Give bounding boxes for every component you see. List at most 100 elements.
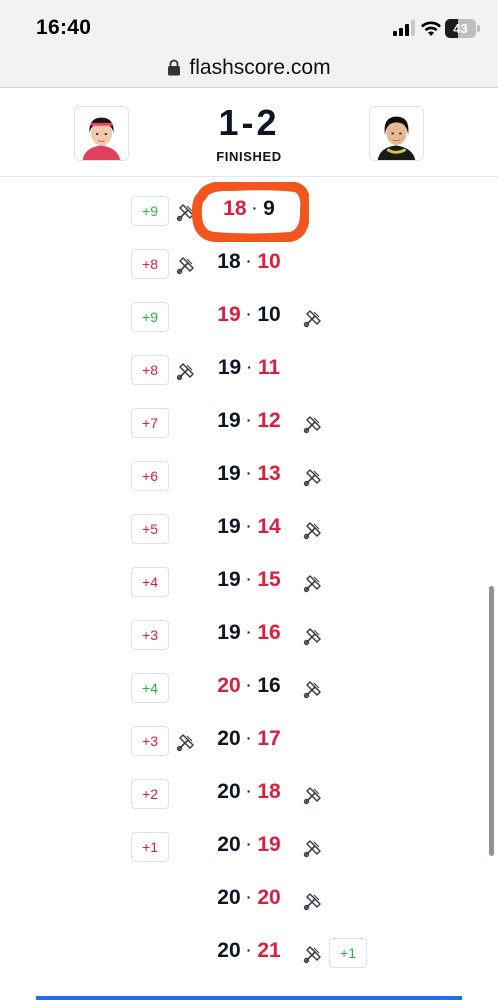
- lead-badge: +1: [329, 938, 367, 968]
- point-score: 20 · 19: [199, 833, 299, 857]
- shuttlecock-serve-icon: [303, 679, 323, 699]
- away-score: 10: [257, 303, 281, 326]
- scrollbar[interactable]: [489, 586, 494, 856]
- lead-badge: +9: [131, 196, 169, 226]
- lead-badge: +2: [131, 779, 169, 809]
- score-separator: ·: [246, 624, 252, 640]
- point-row: +3 20 · 17: [0, 718, 498, 771]
- shuttlecock-serve-icon: [303, 944, 323, 964]
- lead-badge: +4: [131, 567, 169, 597]
- away-score: 9: [263, 197, 275, 220]
- point-by-point-list: +9 18 · 9 +8 18 · 10 +9 19 · 10 +8 19 · 11 +7 19 · 12 +6 19 · 1…: [0, 188, 498, 983]
- point-row: +8 18 · 10: [0, 241, 498, 294]
- lead-badge: +8: [131, 355, 169, 385]
- home-score: 20: [217, 674, 241, 697]
- home-score: 20: [217, 833, 241, 856]
- lead-badge: +1: [131, 832, 169, 862]
- score-separator: ·: [246, 942, 252, 958]
- away-score: 19: [257, 833, 281, 856]
- away-score: 14: [257, 515, 281, 538]
- away-score: 16: [257, 621, 281, 644]
- away-score: 20: [257, 886, 281, 909]
- point-score: 20 · 17: [199, 727, 299, 751]
- home-score: 19: [217, 409, 241, 432]
- home-score: 19: [217, 515, 241, 538]
- lead-badge: +7: [131, 408, 169, 438]
- point-row: +2 20 · 18: [0, 771, 498, 824]
- score-separator: ·: [246, 253, 252, 269]
- point-row: +9 19 · 10: [0, 294, 498, 347]
- status-time: 16:40: [36, 16, 92, 39]
- away-score: 21: [257, 939, 281, 962]
- status-bar: 16:40 43: [0, 0, 498, 48]
- bottom-bar: [36, 996, 462, 1000]
- away-score: 15: [257, 568, 281, 591]
- lead-badge: +5: [131, 514, 169, 544]
- away-score: 12: [257, 409, 281, 432]
- score-separator: ·: [246, 518, 252, 534]
- home-score: 19: [217, 568, 241, 591]
- home-score: 18: [217, 250, 241, 273]
- score-separator: ·: [246, 412, 252, 428]
- lead-badge: +6: [131, 461, 169, 491]
- lead-badge: +3: [131, 620, 169, 650]
- shuttlecock-serve-icon: [303, 891, 323, 911]
- shuttlecock-serve-icon: [303, 626, 323, 646]
- score-separator: ·: [247, 359, 252, 375]
- away-score: 18: [257, 780, 281, 803]
- shuttlecock-serve-icon: [176, 202, 196, 222]
- lead-badge: +3: [131, 726, 169, 756]
- point-row: +4 19 · 15: [0, 559, 498, 612]
- shuttlecock-serve-icon: [303, 520, 323, 540]
- score-separator: ·: [246, 783, 252, 799]
- shuttlecock-serve-icon: [303, 785, 323, 805]
- home-score: 20: [217, 939, 241, 962]
- score-separator: ·: [252, 200, 258, 216]
- shuttlecock-serve-icon: [303, 308, 323, 328]
- lead-badge: +8: [131, 249, 169, 279]
- point-row: +8 19 · 11: [0, 347, 498, 400]
- shuttlecock-serve-icon: [303, 414, 323, 434]
- lock-icon: [168, 59, 181, 75]
- home-score: 19: [217, 462, 241, 485]
- point-row: +1 20 · 19: [0, 824, 498, 877]
- score-separator: ·: [246, 730, 252, 746]
- point-row: +9 18 · 9: [0, 188, 498, 241]
- shuttlecock-serve-icon: [176, 361, 196, 381]
- score-separator: ·: [246, 465, 252, 481]
- lead-badge: +9: [131, 302, 169, 332]
- address-bar[interactable]: flashscore.com: [0, 48, 498, 88]
- score-separator: ·: [246, 571, 252, 587]
- point-row: +7 19 · 12: [0, 400, 498, 453]
- point-score: 19 · 14: [199, 515, 299, 539]
- point-score: 19 · 12: [199, 409, 299, 433]
- home-score: 20: [217, 886, 241, 909]
- point-row: +5 19 · 14: [0, 506, 498, 559]
- away-score: 10: [257, 250, 281, 273]
- signal-icon: [393, 20, 415, 36]
- point-score: 20 · 20: [199, 886, 299, 910]
- point-score: 19 · 10: [199, 303, 299, 327]
- shuttlecock-serve-icon: [303, 467, 323, 487]
- battery-level: 43: [453, 21, 468, 36]
- point-score: 19 · 15: [199, 568, 299, 592]
- point-row: +4 20 · 16: [0, 665, 498, 718]
- point-score: 20 · 18: [199, 780, 299, 804]
- home-score: 19: [217, 303, 241, 326]
- away-player-avatar[interactable]: [369, 106, 424, 161]
- point-row: +3 19 · 16: [0, 612, 498, 665]
- point-score: 19 · 13: [199, 462, 299, 486]
- point-score: 20 · 21: [199, 939, 299, 963]
- shuttlecock-serve-icon: [303, 573, 323, 593]
- url-text: flashscore.com: [189, 55, 331, 79]
- home-score: 19: [217, 621, 241, 644]
- point-row: 20 · 20: [0, 877, 498, 930]
- point-row: +1 20 · 21: [0, 930, 498, 983]
- away-score: 16: [257, 674, 281, 697]
- home-score: 20: [217, 780, 241, 803]
- point-score: 20 · 16: [199, 674, 299, 698]
- score-separator: ·: [246, 889, 252, 905]
- away-score: 13: [257, 462, 281, 485]
- score-separator: ·: [246, 836, 252, 852]
- battery-icon: 43: [445, 19, 480, 38]
